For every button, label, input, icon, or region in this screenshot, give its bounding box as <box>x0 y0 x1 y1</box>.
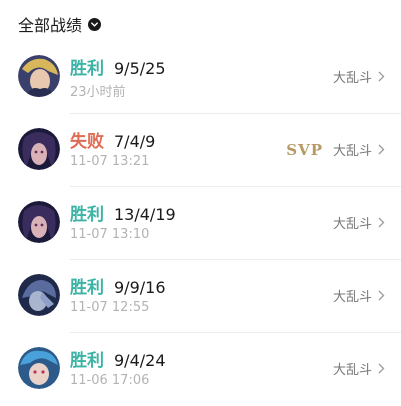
match-row[interactable]: 胜利 9/9/16 11-07 12:55 大乱斗 <box>18 260 401 333</box>
match-filter-dropdown[interactable]: 全部战绩 <box>18 10 102 38</box>
match-history-page: 全部战绩 胜利 9/5/25 23小时前 大乱斗 失败 7/4/9 11-07 … <box>0 0 401 406</box>
game-mode: 大乱斗 <box>332 290 372 305</box>
chevron-right-icon <box>378 67 385 86</box>
chevron-right-icon <box>378 359 385 378</box>
kda-score: 13/4/19 <box>114 205 176 224</box>
match-list: 胜利 9/5/25 23小时前 大乱斗 失败 7/4/9 11-07 13:21… <box>0 41 401 405</box>
match-result: 胜利 <box>70 351 104 371</box>
game-mode: 大乱斗 <box>332 144 372 159</box>
champion-avatar <box>18 347 60 389</box>
page-title: 全部战绩 <box>18 16 83 35</box>
match-row[interactable]: 失败 7/4/9 11-07 13:21 SVP 大乱斗 <box>18 114 401 187</box>
game-mode: 大乱斗 <box>332 363 372 378</box>
match-result: 失败 <box>70 132 104 152</box>
match-time: 23小时前 <box>70 85 126 100</box>
kda-score: 9/4/24 <box>114 351 166 370</box>
match-time: 11-06 17:06 <box>70 373 150 388</box>
chevron-right-icon <box>378 286 385 305</box>
match-row[interactable]: 胜利 13/4/19 11-07 13:10 大乱斗 <box>18 187 401 260</box>
kda-score: 9/5/25 <box>114 59 166 78</box>
game-mode: 大乱斗 <box>332 217 372 232</box>
champion-avatar <box>18 201 60 243</box>
match-result: 胜利 <box>70 205 104 225</box>
match-row[interactable]: 胜利 9/4/24 11-06 17:06 大乱斗 <box>18 333 401 405</box>
match-row[interactable]: 胜利 9/5/25 23小时前 大乱斗 <box>18 41 401 114</box>
kda-score: 7/4/9 <box>114 132 156 151</box>
match-time: 11-07 13:10 <box>70 227 150 242</box>
match-time: 11-07 13:21 <box>70 154 150 169</box>
kda-score: 9/9/16 <box>114 278 166 297</box>
champion-avatar <box>18 128 60 170</box>
champion-avatar <box>18 274 60 316</box>
svp-badge: SVP <box>286 140 323 159</box>
chevron-right-icon <box>378 213 385 232</box>
match-result: 胜利 <box>70 59 104 79</box>
chevron-right-icon <box>378 140 385 159</box>
champion-avatar <box>18 55 60 97</box>
game-mode: 大乱斗 <box>332 71 372 86</box>
match-result: 胜利 <box>70 278 104 298</box>
match-time: 11-07 12:55 <box>70 300 150 315</box>
chevron-down-icon <box>88 17 102 31</box>
